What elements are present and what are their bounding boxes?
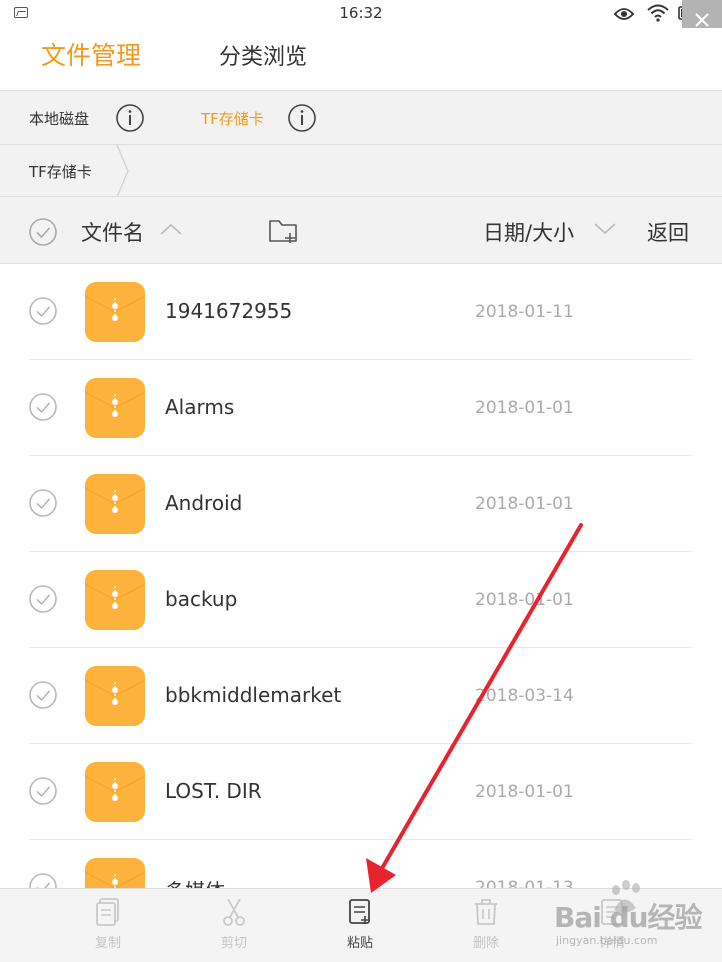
delete-button[interactable]: 删除	[446, 897, 526, 951]
check-circle-icon[interactable]	[28, 392, 58, 422]
copy-label: 复制	[94, 936, 121, 951]
delete-label: 删除	[472, 936, 499, 951]
list-item[interactable]: Android 2018-01-01	[0, 456, 722, 552]
file-name: Alarms	[165, 395, 235, 419]
file-name: Android	[165, 491, 243, 515]
watermark-text: Bai du经验	[554, 901, 703, 934]
sort-by-name[interactable]: 文件名	[81, 217, 144, 247]
file-date: 2018-01-11	[475, 302, 574, 322]
info-icon[interactable]	[115, 103, 145, 133]
file-name: 1941672955	[165, 299, 293, 323]
back-button[interactable]: 返回	[647, 217, 689, 247]
select-all-check-icon[interactable]	[28, 217, 58, 247]
file-name: backup	[165, 587, 238, 611]
storage-selector: 本地磁盘 TF存储卡	[0, 90, 722, 144]
eye-icon	[614, 8, 634, 20]
storage-local-disk[interactable]: 本地磁盘	[29, 108, 89, 129]
check-circle-icon[interactable]	[28, 488, 58, 518]
folder-icon	[85, 858, 145, 888]
cut-label: 剪切	[220, 936, 247, 951]
file-date: 2018-01-01	[475, 782, 574, 802]
check-circle-icon[interactable]	[28, 584, 58, 614]
list-item[interactable]: LOST. DIR 2018-01-01	[0, 744, 722, 840]
folder-icon	[85, 762, 145, 822]
breadcrumb-chevron-icon	[116, 145, 129, 197]
baidu-jingyan-watermark: Bai du经验 jingyan.baidu.com	[548, 880, 722, 962]
tab-file-manager[interactable]: 文件管理	[41, 36, 141, 72]
trash-icon	[475, 899, 497, 925]
scissors-icon	[223, 898, 245, 926]
info-icon[interactable]	[287, 103, 317, 133]
list-item[interactable]: bbkmiddlemarket 2018-03-14	[0, 648, 722, 744]
file-date: 2018-01-01	[475, 590, 574, 610]
close-icon	[695, 13, 709, 27]
copy-button[interactable]: 复制	[68, 897, 148, 951]
file-name: 多媒体	[165, 875, 225, 888]
file-date: 2018-03-14	[475, 686, 574, 706]
sort-by-date-size[interactable]: 日期/大小	[483, 217, 574, 247]
chevron-down-icon[interactable]	[594, 223, 616, 235]
new-folder-icon[interactable]	[268, 217, 300, 245]
status-bar: 16:32	[0, 0, 722, 40]
check-circle-icon[interactable]	[28, 680, 58, 710]
folder-icon	[85, 666, 145, 726]
check-circle-icon[interactable]	[28, 776, 58, 806]
list-item[interactable]: 1941672955 2018-01-11	[0, 264, 722, 360]
file-date: 2018-01-01	[475, 398, 574, 418]
storage-tf-card[interactable]: TF存储卡	[201, 108, 264, 129]
list-item[interactable]: backup 2018-01-01	[0, 552, 722, 648]
folder-icon	[85, 474, 145, 534]
check-circle-icon[interactable]	[28, 296, 58, 326]
tab-category-browse[interactable]: 分类浏览	[219, 39, 307, 71]
top-tab-bar: 文件管理 分类浏览	[0, 28, 722, 90]
breadcrumb-item[interactable]: TF存储卡	[29, 161, 92, 182]
copy-icon	[96, 898, 119, 926]
file-name: bbkmiddlemarket	[165, 683, 342, 707]
paste-icon	[349, 899, 370, 924]
file-name: LOST. DIR	[165, 779, 262, 803]
wifi-icon	[647, 4, 669, 22]
check-circle-icon[interactable]	[28, 872, 58, 888]
folder-icon	[85, 570, 145, 630]
file-date: 2018-01-01	[475, 494, 574, 514]
cut-button[interactable]: 剪切	[194, 897, 274, 951]
list-item[interactable]: Alarms 2018-01-01	[0, 360, 722, 456]
chevron-up-icon[interactable]	[160, 223, 182, 235]
folder-icon	[85, 282, 145, 342]
paste-label: 粘贴	[346, 936, 373, 951]
watermark-url: jingyan.baidu.com	[556, 934, 658, 947]
paste-button[interactable]: 粘贴	[320, 897, 400, 951]
file-list: 1941672955 2018-01-11 Alarms 2018-01-01 …	[0, 264, 722, 888]
list-header: 文件名 日期/大小 返回	[0, 196, 722, 264]
breadcrumb: TF存储卡	[0, 144, 722, 197]
folder-icon	[85, 378, 145, 438]
